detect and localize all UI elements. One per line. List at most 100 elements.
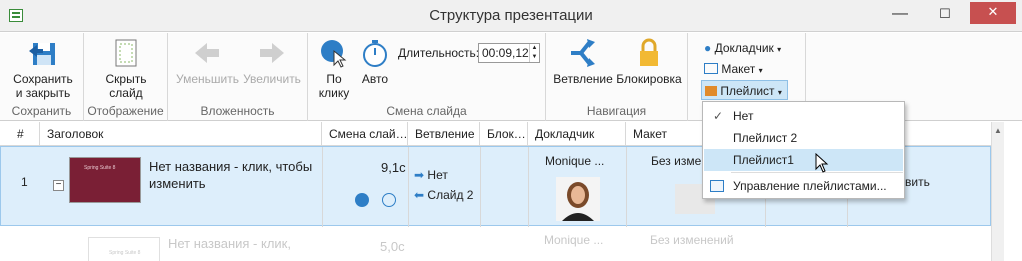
duration-stepper[interactable]: 00:09,12 ▲ ▼ [478,43,540,63]
col-divider [480,147,481,227]
presenter-label: Докладчик [714,41,774,55]
on-click-icon [318,37,350,69]
slide-thumbnail[interactable]: Spring Suite 8 [69,157,141,203]
window-title: Структура презентации [429,7,593,24]
col-num[interactable]: # [10,122,40,146]
scroll-up-icon[interactable]: ▲ [992,122,1004,135]
col-presenter[interactable]: Докладчик [528,122,626,146]
slide-title[interactable]: Нет названия - клик, [168,236,291,251]
slide-thumbnail[interactable]: Spring Suite 8 [88,237,160,261]
auto-button[interactable]: Авто [358,37,392,86]
branching-button[interactable]: Ветвление [552,37,614,86]
row-number: 1 [21,175,28,189]
chevron-down-icon: ▾ [758,66,763,75]
duration-label: Длительность: [398,46,480,60]
save-close-label: Сохранить и закрыть [13,72,73,100]
minimize-button[interactable]: — [878,0,922,28]
hide-slide-label: Скрыть слайд [105,72,147,100]
presenter-avatar[interactable] [556,177,600,221]
hide-slide-button[interactable]: Скрыть слайд [94,37,158,100]
playlist-label: Плейлист [720,84,775,98]
lock-icon [633,37,665,69]
branch-next[interactable]: ➡ Нет [414,168,448,182]
thumbnail-title: Spring Suite 8 [84,165,116,171]
col-title[interactable]: Заголовок [40,122,322,146]
arrow-left-icon [191,37,223,69]
col-divider [322,147,323,227]
hide-slide-icon [110,37,142,69]
row-extra-text: вить [905,175,930,189]
lock-button[interactable]: Блокировка [616,37,682,86]
playlist-icon [705,86,717,96]
thumbnail-title: Spring Suite 8 [109,250,141,256]
menu-item-label: Плейлист 2 [733,131,798,145]
table-row[interactable]: Spring Suite 8 Нет названия - клик, 5,0с… [0,227,991,261]
chevron-down-icon: ▾ [777,45,782,54]
save-icon [27,37,59,69]
presenter-name[interactable]: Monique ... [544,233,603,247]
increase-button[interactable]: Увеличить [240,37,304,86]
col-divider [408,147,409,227]
menu-item-label: Нет [733,109,754,123]
arrow-right-icon [256,37,288,69]
col-lock[interactable]: Блок… [480,122,528,146]
col-slide-change[interactable]: Смена слай… [322,122,408,146]
branching-label: Ветвление [553,72,613,86]
menu-item-none[interactable]: ✓ Нет [704,105,903,127]
on-click-label: По клику [318,72,350,100]
presenter-name[interactable]: Monique ... [545,154,604,168]
on-click-icon[interactable] [355,193,369,207]
branch-next-label: Нет [427,168,448,182]
check-icon: ✓ [713,109,724,123]
arrow-left-icon: ⬅ [414,188,425,202]
on-click-button[interactable]: По клику [316,37,352,100]
person-icon: ● [704,41,712,55]
menu-item-label: Плейлист1 [733,153,794,167]
group-slide-change: По клику Авто Длительность: 00:09,12 ▲ ▼ … [308,33,546,121]
group-navigation-label: Навигация [586,104,647,118]
group-nesting: Уменьшить Увеличить Вложенность [168,33,308,121]
group-display: Скрыть слайд Отображение [84,33,168,121]
title-bar: Структура презентации — ☐ ✕ [0,0,1022,32]
maximize-button[interactable]: ☐ [923,0,967,28]
group-save: Сохранить и закрыть Сохранить [0,33,84,121]
close-button[interactable]: ✕ [970,2,1016,24]
branch-icon [567,37,599,69]
menu-item-playlist-1[interactable]: Плейлист1 [704,149,903,171]
layout-value[interactable]: Без изменений [650,233,734,247]
presenter-dropdown[interactable]: ● Докладчик ▾ [704,38,781,58]
menu-item-manage-playlists[interactable]: Управление плейлистами... [704,175,903,197]
group-display-label: Отображение [87,104,164,118]
playlist-menu: ✓ Нет Плейлист 2 Плейлист1 Управление пл… [702,101,905,199]
branch-prev[interactable]: ⬅ Слайд 2 [414,188,473,202]
collapse-toggle[interactable]: − [53,180,64,191]
spin-arrows-icon[interactable]: ▲ ▼ [529,44,539,62]
col-divider [626,147,627,227]
mouse-cursor-icon [815,153,829,173]
decrease-button[interactable]: Уменьшить [176,37,239,86]
col-divider [528,147,529,227]
duration-value: 00:09,12 [482,46,529,60]
playlist-dropdown[interactable]: Плейлист ▾ [701,80,788,100]
slide-time: 9,1с [381,160,406,175]
vertical-scrollbar[interactable]: ▲ [991,122,1004,261]
save-close-button[interactable]: Сохранить и закрыть [8,37,78,100]
layout-icon [704,63,718,74]
increase-label: Увеличить [243,72,301,86]
stopwatch-icon[interactable] [382,193,396,207]
decrease-label: Уменьшить [176,72,239,86]
auto-label: Авто [361,72,389,86]
lock-label: Блокировка [616,72,682,86]
slide-time: 5,0с [380,239,405,254]
stopwatch-icon [359,37,391,69]
manage-playlists-icon [710,180,724,192]
group-navigation: Ветвление Блокировка Навигация [546,33,688,121]
layout-dropdown[interactable]: Макет ▾ [704,59,763,79]
col-branching[interactable]: Ветвление [408,122,480,146]
menu-item-playlist-2[interactable]: Плейлист 2 [704,127,903,149]
branch-prev-label: Слайд 2 [427,188,474,202]
group-save-label: Сохранить [11,104,72,118]
group-slide-change-label: Смена слайда [386,104,467,118]
slide-title[interactable]: Нет названия - клик, чтобы изменить [149,158,319,192]
chevron-down-icon: ▾ [777,88,782,97]
